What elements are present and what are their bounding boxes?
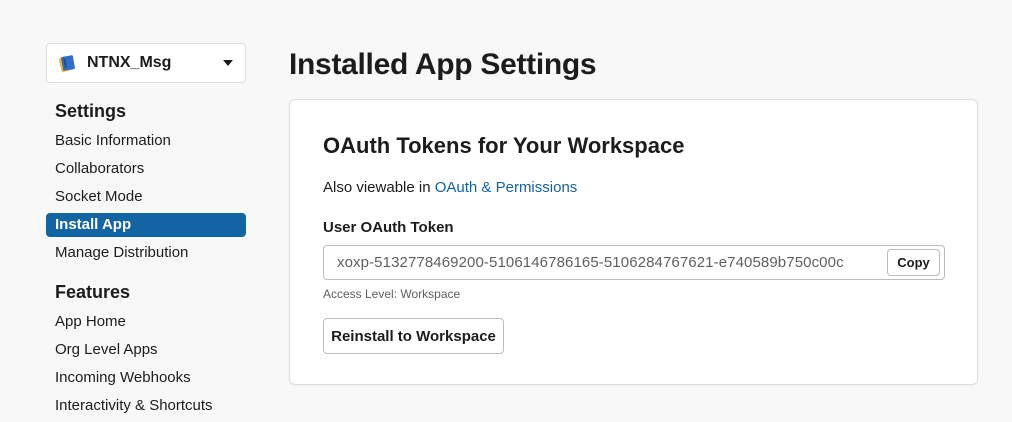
oauth-permissions-link[interactable]: OAuth & Permissions — [435, 179, 578, 196]
chevron-down-icon — [223, 60, 233, 66]
access-level-text: Access Level: Workspace — [323, 287, 461, 301]
user-oauth-token-field[interactable]: xoxp-5132778469200-5106146786165-5106284… — [323, 245, 945, 280]
card-title: OAuth Tokens for Your Workspace — [323, 133, 685, 158]
reinstall-button[interactable]: Reinstall to Workspace — [323, 318, 504, 354]
app-selector[interactable]: NTNX_Msg — [46, 43, 246, 83]
sidebar: NTNX_Msg Settings Basic Information Coll… — [46, 43, 246, 422]
user-oauth-token-value[interactable]: xoxp-5132778469200-5106146786165-5106284… — [324, 254, 887, 271]
features-nav: App Home Org Level Apps Incoming Webhook… — [46, 310, 246, 418]
sidebar-item-socket-mode[interactable]: Socket Mode — [46, 185, 246, 209]
also-viewable-row: Also viewable in OAuth & Permissions — [323, 178, 577, 198]
sidebar-item-manage-distribution[interactable]: Manage Distribution — [46, 241, 246, 265]
copy-button[interactable]: Copy — [887, 249, 940, 276]
sidebar-item-basic-information[interactable]: Basic Information — [46, 129, 246, 153]
sidebar-item-org-level-apps[interactable]: Org Level Apps — [46, 338, 246, 362]
sidebar-item-collaborators[interactable]: Collaborators — [46, 157, 246, 181]
settings-nav: Basic Information Collaborators Socket M… — [46, 129, 246, 265]
app-name: NTNX_Msg — [87, 54, 172, 71]
oauth-tokens-card: OAuth Tokens for Your Workspace Also vie… — [289, 99, 978, 385]
notebook-icon — [57, 53, 77, 73]
user-oauth-token-label: User OAuth Token — [323, 219, 454, 236]
sidebar-item-incoming-webhooks[interactable]: Incoming Webhooks — [46, 366, 246, 390]
sidebar-item-interactivity-shortcuts[interactable]: Interactivity & Shortcuts — [46, 394, 246, 418]
page-title: Installed App Settings — [289, 48, 597, 81]
features-heading: Features — [55, 282, 131, 302]
sidebar-item-install-app[interactable]: Install App — [46, 213, 246, 237]
sidebar-item-app-home[interactable]: App Home — [46, 310, 246, 334]
settings-heading: Settings — [55, 101, 127, 121]
also-viewable-text: Also viewable in — [323, 179, 435, 196]
